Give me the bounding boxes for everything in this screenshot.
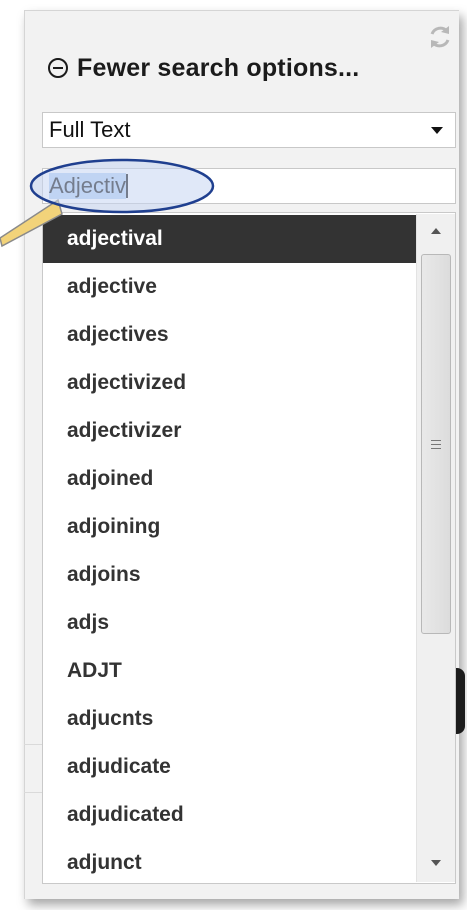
background-button-edge (456, 668, 465, 734)
autocomplete-dropdown: adjectival adjective adjectives adjectivize… (42, 212, 456, 884)
autocomplete-option[interactable]: adjoining (43, 503, 416, 551)
autocomplete-option[interactable]: adjectival (43, 215, 416, 263)
autocomplete-option[interactable]: adjudicated (43, 791, 416, 839)
search-input-value: Adjectiv (49, 173, 127, 199)
autocomplete-option[interactable]: adjectivized (43, 359, 416, 407)
autocomplete-option[interactable]: adjunct (43, 839, 416, 883)
autocomplete-option[interactable]: adjectivizer (43, 407, 416, 455)
scroll-up-button[interactable] (417, 214, 455, 250)
dropdown-scrollbar[interactable] (416, 214, 455, 882)
chevron-down-icon (431, 127, 443, 134)
scroll-thumb[interactable] (421, 254, 451, 634)
autocomplete-option[interactable]: adjudicate (43, 743, 416, 791)
divider (24, 792, 42, 793)
fewer-search-options-label: Fewer search options... (77, 53, 360, 82)
refresh-icon[interactable] (425, 22, 455, 52)
autocomplete-option[interactable]: adjs (43, 599, 416, 647)
autocomplete-option[interactable]: adjoins (43, 551, 416, 599)
autocomplete-option[interactable]: adjoined (43, 455, 416, 503)
circle-minus-icon (47, 57, 69, 79)
search-input[interactable]: Adjectiv (42, 168, 456, 204)
autocomplete-option[interactable]: adjectives (43, 311, 416, 359)
divider (24, 744, 42, 745)
search-field-select-value: Full Text (49, 117, 131, 142)
search-field-select[interactable]: Full Text (42, 112, 456, 148)
fewer-search-options-toggle[interactable]: Fewer search options... (47, 48, 359, 88)
autocomplete-option[interactable]: adjucnts (43, 695, 416, 743)
chevron-down-icon (431, 860, 441, 866)
page: Fewer search options... Full Text Adject… (0, 0, 467, 910)
scroll-down-button[interactable] (417, 846, 455, 882)
autocomplete-option[interactable]: ADJT (43, 647, 416, 695)
autocomplete-option[interactable]: adjective (43, 263, 416, 311)
chevron-up-icon (431, 228, 441, 234)
grip-icon (431, 440, 441, 449)
text-cursor (126, 174, 129, 198)
